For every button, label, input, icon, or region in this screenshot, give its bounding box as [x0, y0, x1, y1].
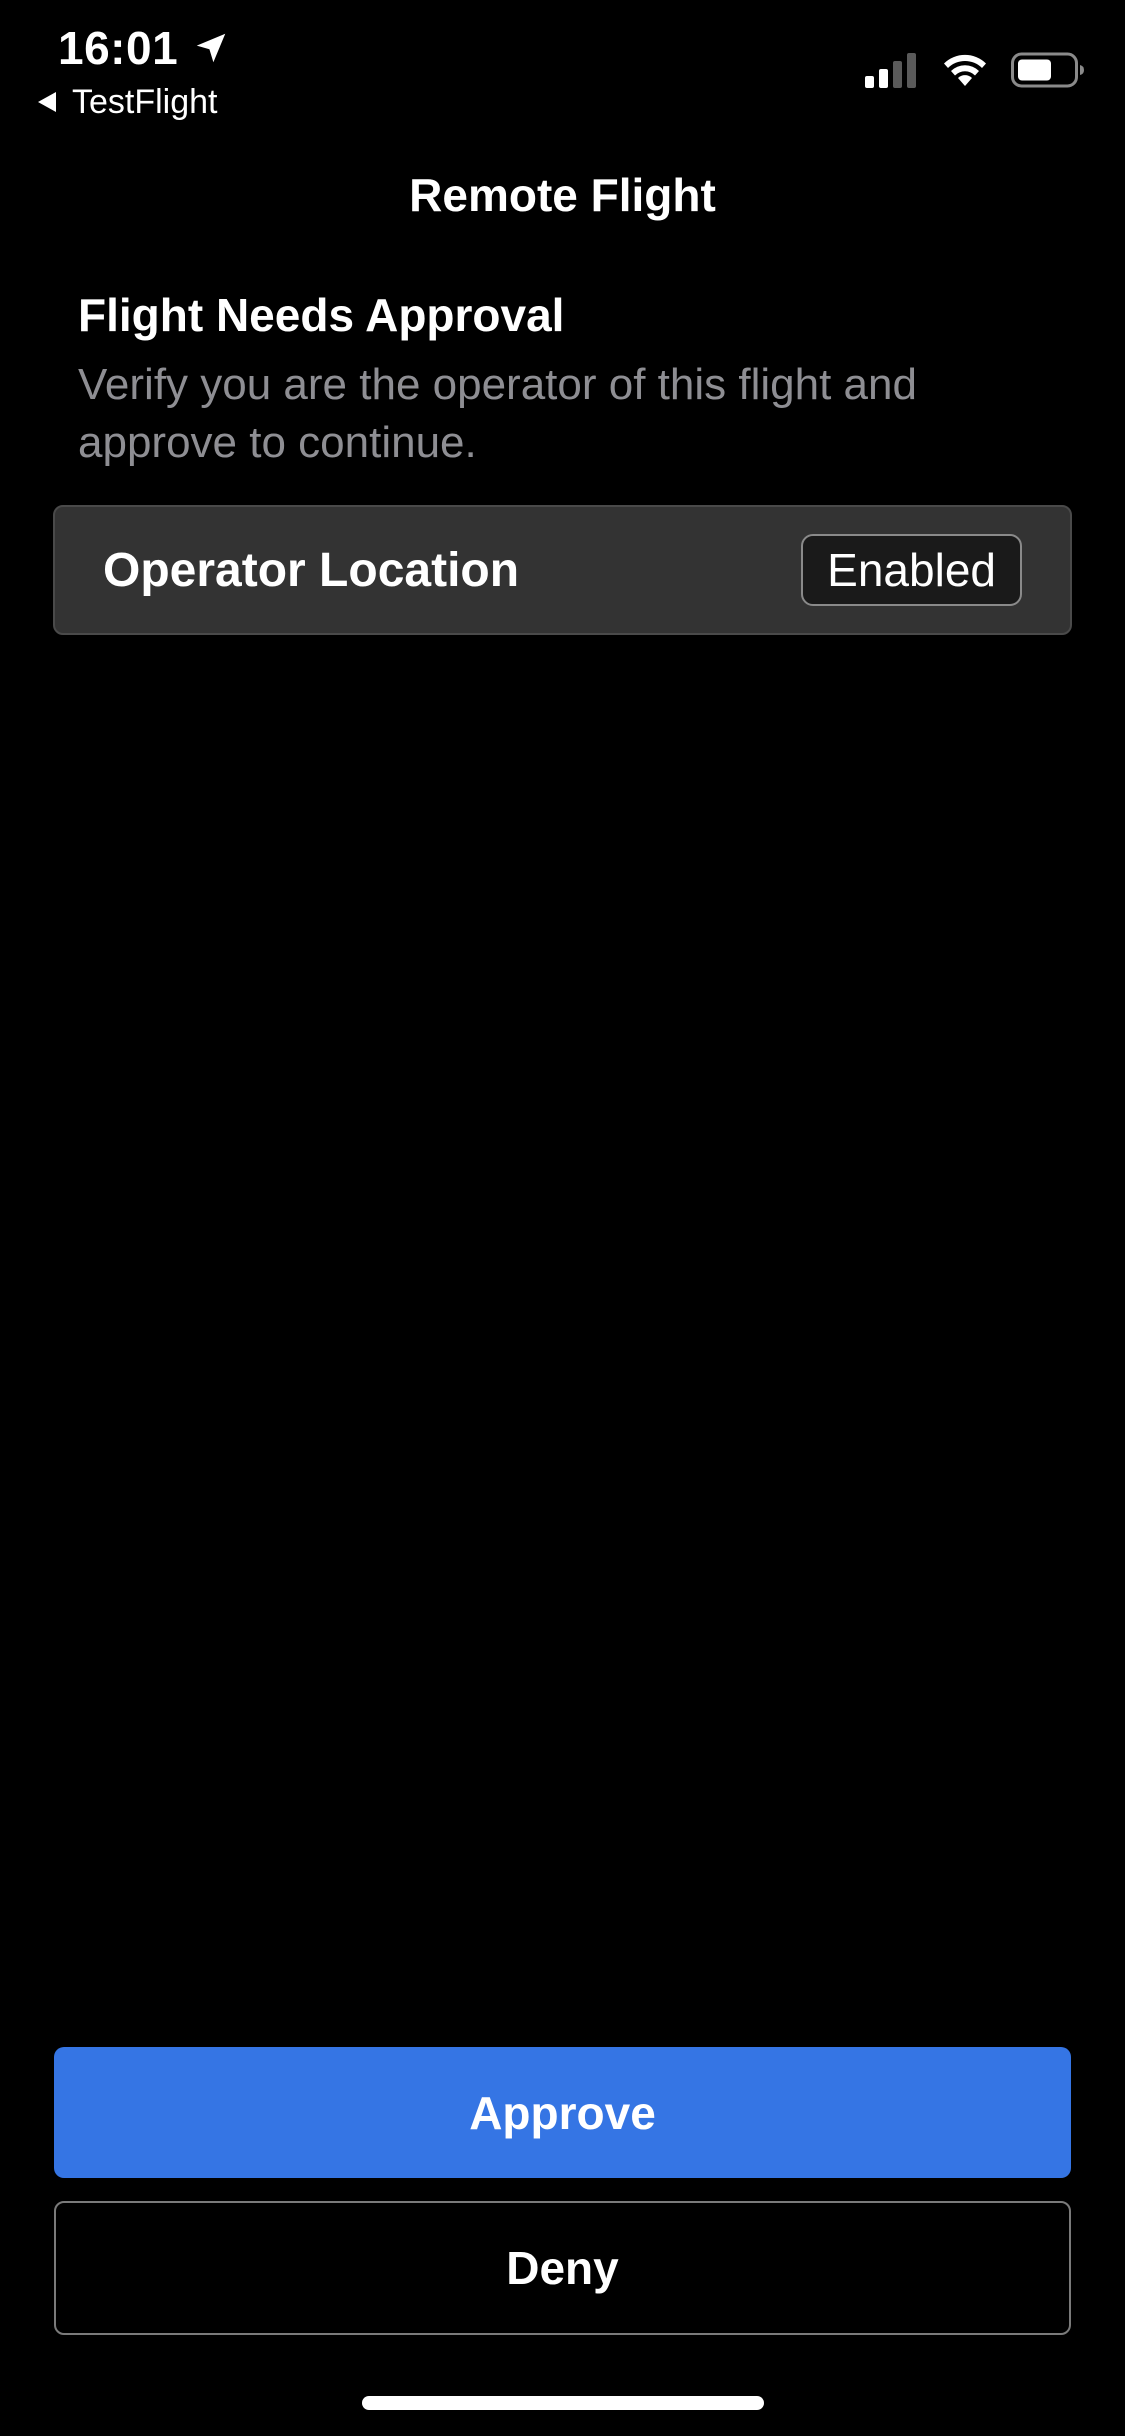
status-time: 16:01 [58, 18, 230, 78]
cellular-signal-icon [865, 52, 919, 88]
page-title: Remote Flight [409, 169, 716, 221]
approve-button[interactable]: Approve [54, 2047, 1071, 2178]
operator-location-row: Operator Location Enabled [53, 505, 1072, 635]
clock-text: 16:01 [58, 22, 179, 74]
status-indicators [865, 48, 1085, 92]
operator-location-label: Operator Location [103, 543, 520, 597]
home-indicator[interactable] [362, 2396, 764, 2410]
back-to-testflight-link[interactable]: TestFlight [36, 80, 218, 124]
back-triangle-icon [36, 90, 58, 114]
location-arrow-icon [192, 29, 230, 67]
battery-icon [1011, 52, 1085, 88]
approval-heading: Flight Needs Approval [78, 289, 565, 341]
wifi-icon [941, 52, 989, 88]
deny-button[interactable]: Deny [54, 2201, 1071, 2335]
operator-location-status-badge: Enabled [801, 534, 1022, 606]
back-link-label: TestFlight [72, 82, 218, 121]
approval-description: Verify you are the operator of this flig… [78, 360, 917, 467]
